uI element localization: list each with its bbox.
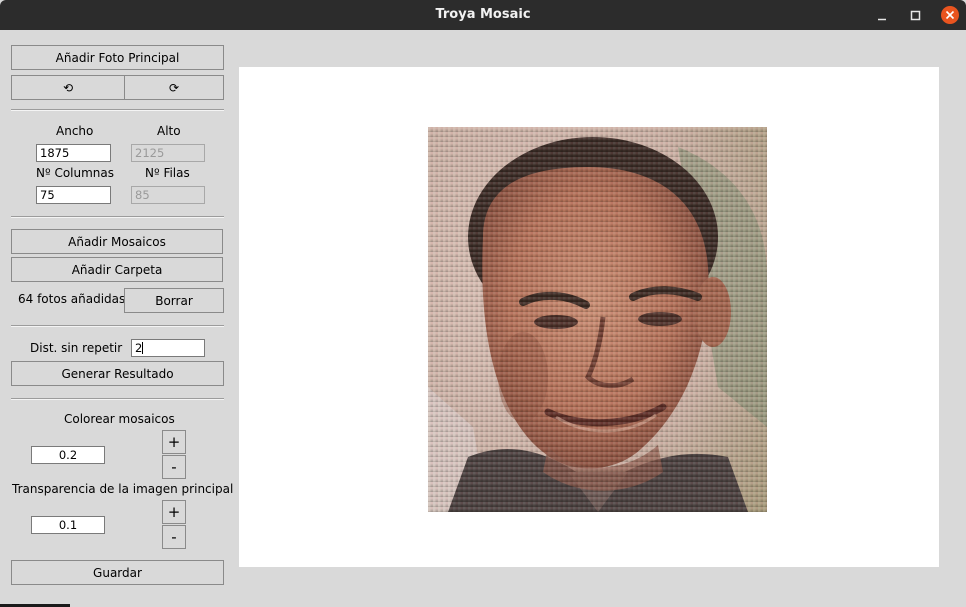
distance-input[interactable]: 2 [131,339,205,357]
minimize-icon [878,18,886,21]
preview-canvas [239,67,939,567]
maximize-button[interactable] [905,5,925,25]
rotate-right-button[interactable]: ⟳ [124,75,224,100]
width-input[interactable]: 1875 [36,144,111,162]
close-button[interactable] [940,5,960,25]
maximize-icon [910,10,921,21]
colorize-plus-button[interactable]: + [162,430,186,454]
save-button[interactable]: Guardar [11,560,224,585]
add-mosaics-button[interactable]: Añadir Mosaicos [11,229,223,254]
height-label: Alto [157,124,181,138]
rows-label: Nº Filas [145,166,190,180]
height-input: 2125 [131,144,205,162]
transparency-input[interactable]: 0.1 [31,516,105,534]
separator [11,216,224,218]
mosaic-portrait-image [428,127,767,512]
rows-input: 85 [131,186,205,204]
separator [11,109,224,111]
transparency-plus-button[interactable]: + [162,500,186,524]
separator [11,398,224,400]
minimize-button[interactable] [872,5,892,25]
photos-added-count: 64 fotos añadidas [18,292,126,306]
distance-value: 2 [135,341,143,355]
colorize-input[interactable]: 0.2 [31,446,105,464]
close-icon [941,6,959,24]
title-bar: Troya Mosaic [0,0,966,30]
distance-label: Dist. sin repetir [30,341,123,355]
columns-label: Nº Columnas [36,166,115,180]
transparency-label: Transparencia de la imagen principal [12,482,234,496]
add-folder-button[interactable]: Añadir Carpeta [11,257,223,282]
colorize-minus-button[interactable]: - [162,455,186,479]
transparency-minus-button[interactable]: - [162,525,186,549]
columns-input[interactable]: 75 [36,186,111,204]
width-label: Ancho [56,124,94,138]
separator [11,325,224,327]
rotate-left-button[interactable]: ⟲ [11,75,125,100]
window-title: Troya Mosaic [435,7,531,22]
add-main-photo-button[interactable]: Añadir Foto Principal [11,45,224,70]
text-caret [142,342,144,354]
colorize-label: Colorear mosaicos [64,412,175,426]
generate-result-button[interactable]: Generar Resultado [11,361,224,386]
delete-button[interactable]: Borrar [124,288,224,313]
